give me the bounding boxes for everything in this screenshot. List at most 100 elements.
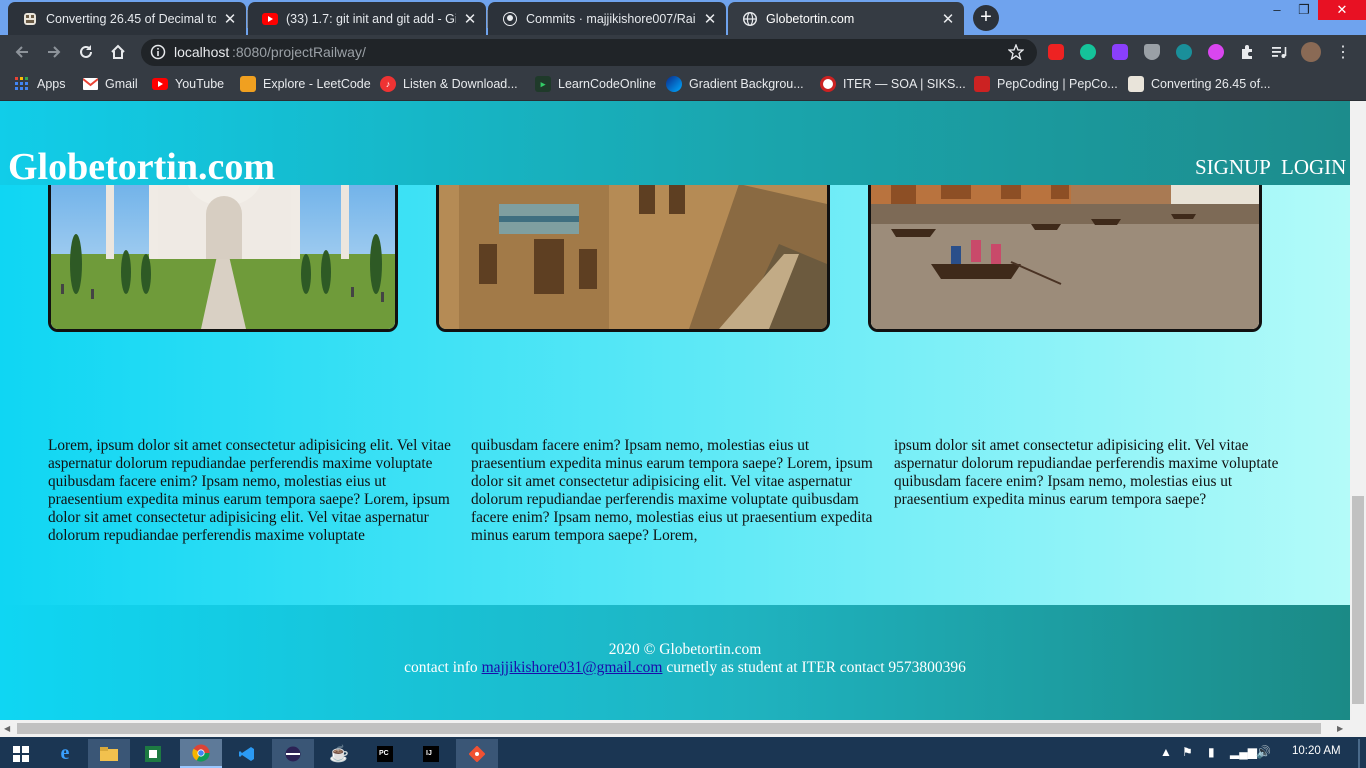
show-desktop-button[interactable]: [1358, 739, 1360, 768]
youtube-icon: [262, 11, 278, 27]
tab-title: Converting 26.45 of Decimal to B: [46, 11, 216, 26]
pepcoding-icon: [1128, 76, 1144, 92]
bookmark-gradient[interactable]: Gradient Backgrou...: [666, 76, 804, 92]
leetcode-icon: [240, 76, 256, 92]
globe-icon: [742, 11, 758, 27]
signup-link[interactable]: SIGNUP: [1195, 155, 1271, 180]
excel-icon[interactable]: [132, 739, 174, 768]
tab-youtube[interactable]: (33) 1.7: git init and git add - Git ✕: [248, 2, 486, 35]
bookmark-listen[interactable]: ♪ Listen & Download...: [380, 76, 518, 92]
info-icon[interactable]: [148, 42, 168, 62]
bookmark-iter[interactable]: ITER — SOA | SIKS...: [820, 76, 966, 92]
intellij-icon[interactable]: IJ: [410, 739, 452, 768]
file-explorer-icon[interactable]: [88, 739, 130, 768]
vscode-icon[interactable]: [226, 739, 268, 768]
eclipse-icon[interactable]: [272, 739, 314, 768]
bookmark-label: Converting 26.45 of...: [1151, 77, 1271, 91]
media-control-icon[interactable]: [1269, 42, 1289, 62]
tray-expand-icon[interactable]: ▲: [1160, 745, 1172, 759]
bookmark-label: Gmail: [105, 77, 138, 91]
tab-converting[interactable]: Converting 26.45 of Decimal to B ✕: [8, 2, 246, 35]
reload-icon[interactable]: [76, 42, 96, 62]
site-header: Globetortin.com SIGNUP LOGIN: [0, 101, 1350, 188]
bookmark-youtube[interactable]: YouTube: [152, 76, 224, 92]
shield-icon[interactable]: [1144, 44, 1160, 60]
paragraph-column-1: Lorem, ipsum dolor sit amet consectetur …: [48, 437, 451, 544]
menu-icon[interactable]: ⋮: [1333, 42, 1353, 62]
page-viewport: Globetortin.com SIGNUP LOGIN Lorem, ipsu…: [0, 101, 1350, 720]
java-icon[interactable]: ☕: [318, 739, 360, 768]
back-icon[interactable]: [12, 42, 32, 62]
bookmark-label: PepCoding | PepCo...: [997, 77, 1118, 91]
youtube-icon: [152, 76, 168, 92]
svg-text:IJ: IJ: [426, 750, 432, 757]
login-link[interactable]: LOGIN: [1281, 155, 1346, 180]
site-brand[interactable]: Globetortin.com: [8, 143, 275, 191]
bookmark-converting[interactable]: Converting 26.45 of...: [1128, 76, 1271, 92]
taskbar-clock[interactable]: 10:20 AM: [1292, 745, 1341, 757]
bookmark-learncodeonline[interactable]: ▸ LearnCodeOnline: [535, 76, 656, 92]
horizontal-scroll-thumb[interactable]: [17, 723, 1321, 734]
svg-text:PC: PC: [379, 750, 389, 757]
extension-icon[interactable]: [1112, 44, 1128, 60]
close-icon[interactable]: ✕: [222, 11, 238, 28]
battery-icon[interactable]: ▮: [1208, 745, 1215, 759]
bookmark-leetcode[interactable]: Explore - LeetCode: [240, 76, 371, 92]
vertical-scroll-thumb[interactable]: [1352, 496, 1364, 704]
scroll-right-icon[interactable]: ▶: [1337, 723, 1345, 734]
puzzle-icon[interactable]: [1237, 42, 1257, 62]
url-host: localhost: [174, 44, 230, 60]
windows-start-icon[interactable]: [0, 739, 42, 768]
gradient-icon: [666, 76, 682, 92]
chrome-icon[interactable]: [180, 739, 222, 768]
restore-icon[interactable]: ❐: [1290, 0, 1318, 20]
bookmark-label: LearnCodeOnline: [558, 77, 656, 91]
close-icon[interactable]: ✕: [462, 11, 478, 28]
new-tab-button[interactable]: +: [973, 5, 999, 31]
email-link[interactable]: majjikishore031@gmail.com: [482, 659, 663, 676]
pycharm-icon[interactable]: PC: [364, 739, 406, 768]
tab-globetortin[interactable]: Globetortin.com ✕: [728, 2, 964, 35]
bookmark-star-icon[interactable]: [1006, 42, 1026, 62]
bookmark-label: Apps: [37, 77, 66, 91]
learncodeonline-icon: ▸: [535, 76, 551, 92]
wifi-signal-icon[interactable]: ▂▄▆: [1230, 745, 1257, 759]
bookmark-label: Gradient Backgrou...: [689, 77, 804, 91]
pepcoding-icon: [974, 76, 990, 92]
iter-icon: [820, 76, 836, 92]
home-icon[interactable]: [108, 42, 128, 62]
avatar[interactable]: [1301, 42, 1321, 62]
tab-title: Commits · majjikishore007/Railw: [526, 11, 696, 26]
scroll-left-icon[interactable]: ◀: [4, 723, 12, 734]
tab-strip: Converting 26.45 of Decimal to B ✕ (33) …: [0, 0, 1366, 35]
window-close-button[interactable]: ✕: [1318, 0, 1366, 20]
internet-explorer-icon[interactable]: e: [44, 739, 86, 768]
tab-title: (33) 1.7: git init and git add - Git: [286, 11, 456, 26]
close-icon[interactable]: ✕: [702, 11, 718, 28]
apps-grid-icon: [14, 76, 30, 92]
tab-github[interactable]: Commits · majjikishore007/Railw ✕: [488, 2, 726, 35]
bookmark-label: Explore - LeetCode: [263, 77, 371, 91]
git-icon[interactable]: [456, 739, 498, 768]
tab-title: Globetortin.com: [766, 11, 855, 26]
extension-icon[interactable]: [1176, 44, 1192, 60]
flag-icon[interactable]: ⚑: [1182, 745, 1193, 759]
bookmark-label: Listen & Download...: [403, 77, 518, 91]
grammarly-extension-icon[interactable]: [1080, 44, 1096, 60]
github-icon: [502, 11, 518, 27]
minimize-icon[interactable]: –: [1263, 0, 1291, 20]
bookmark-gmail[interactable]: Gmail: [82, 76, 138, 92]
adblock-extension-icon[interactable]: [1048, 44, 1064, 60]
extension-icon[interactable]: [1208, 44, 1224, 60]
bookmark-label: YouTube: [175, 77, 225, 91]
volume-icon[interactable]: 🔊: [1256, 745, 1271, 759]
footer-contact: contact info majjikishore031@gmail.com c…: [0, 659, 1350, 677]
close-icon[interactable]: ✕: [940, 11, 956, 28]
forward-icon[interactable]: [44, 42, 64, 62]
gmail-icon: [82, 76, 98, 92]
pepcoding-icon: [22, 11, 38, 27]
bookmark-pepcoding[interactable]: PepCoding | PepCo...: [974, 76, 1118, 92]
contact-prefix: contact info: [404, 659, 482, 676]
bookmark-apps[interactable]: Apps: [14, 76, 66, 92]
site-footer: 2020 © Globetortin.com contact info majj…: [0, 605, 1350, 720]
